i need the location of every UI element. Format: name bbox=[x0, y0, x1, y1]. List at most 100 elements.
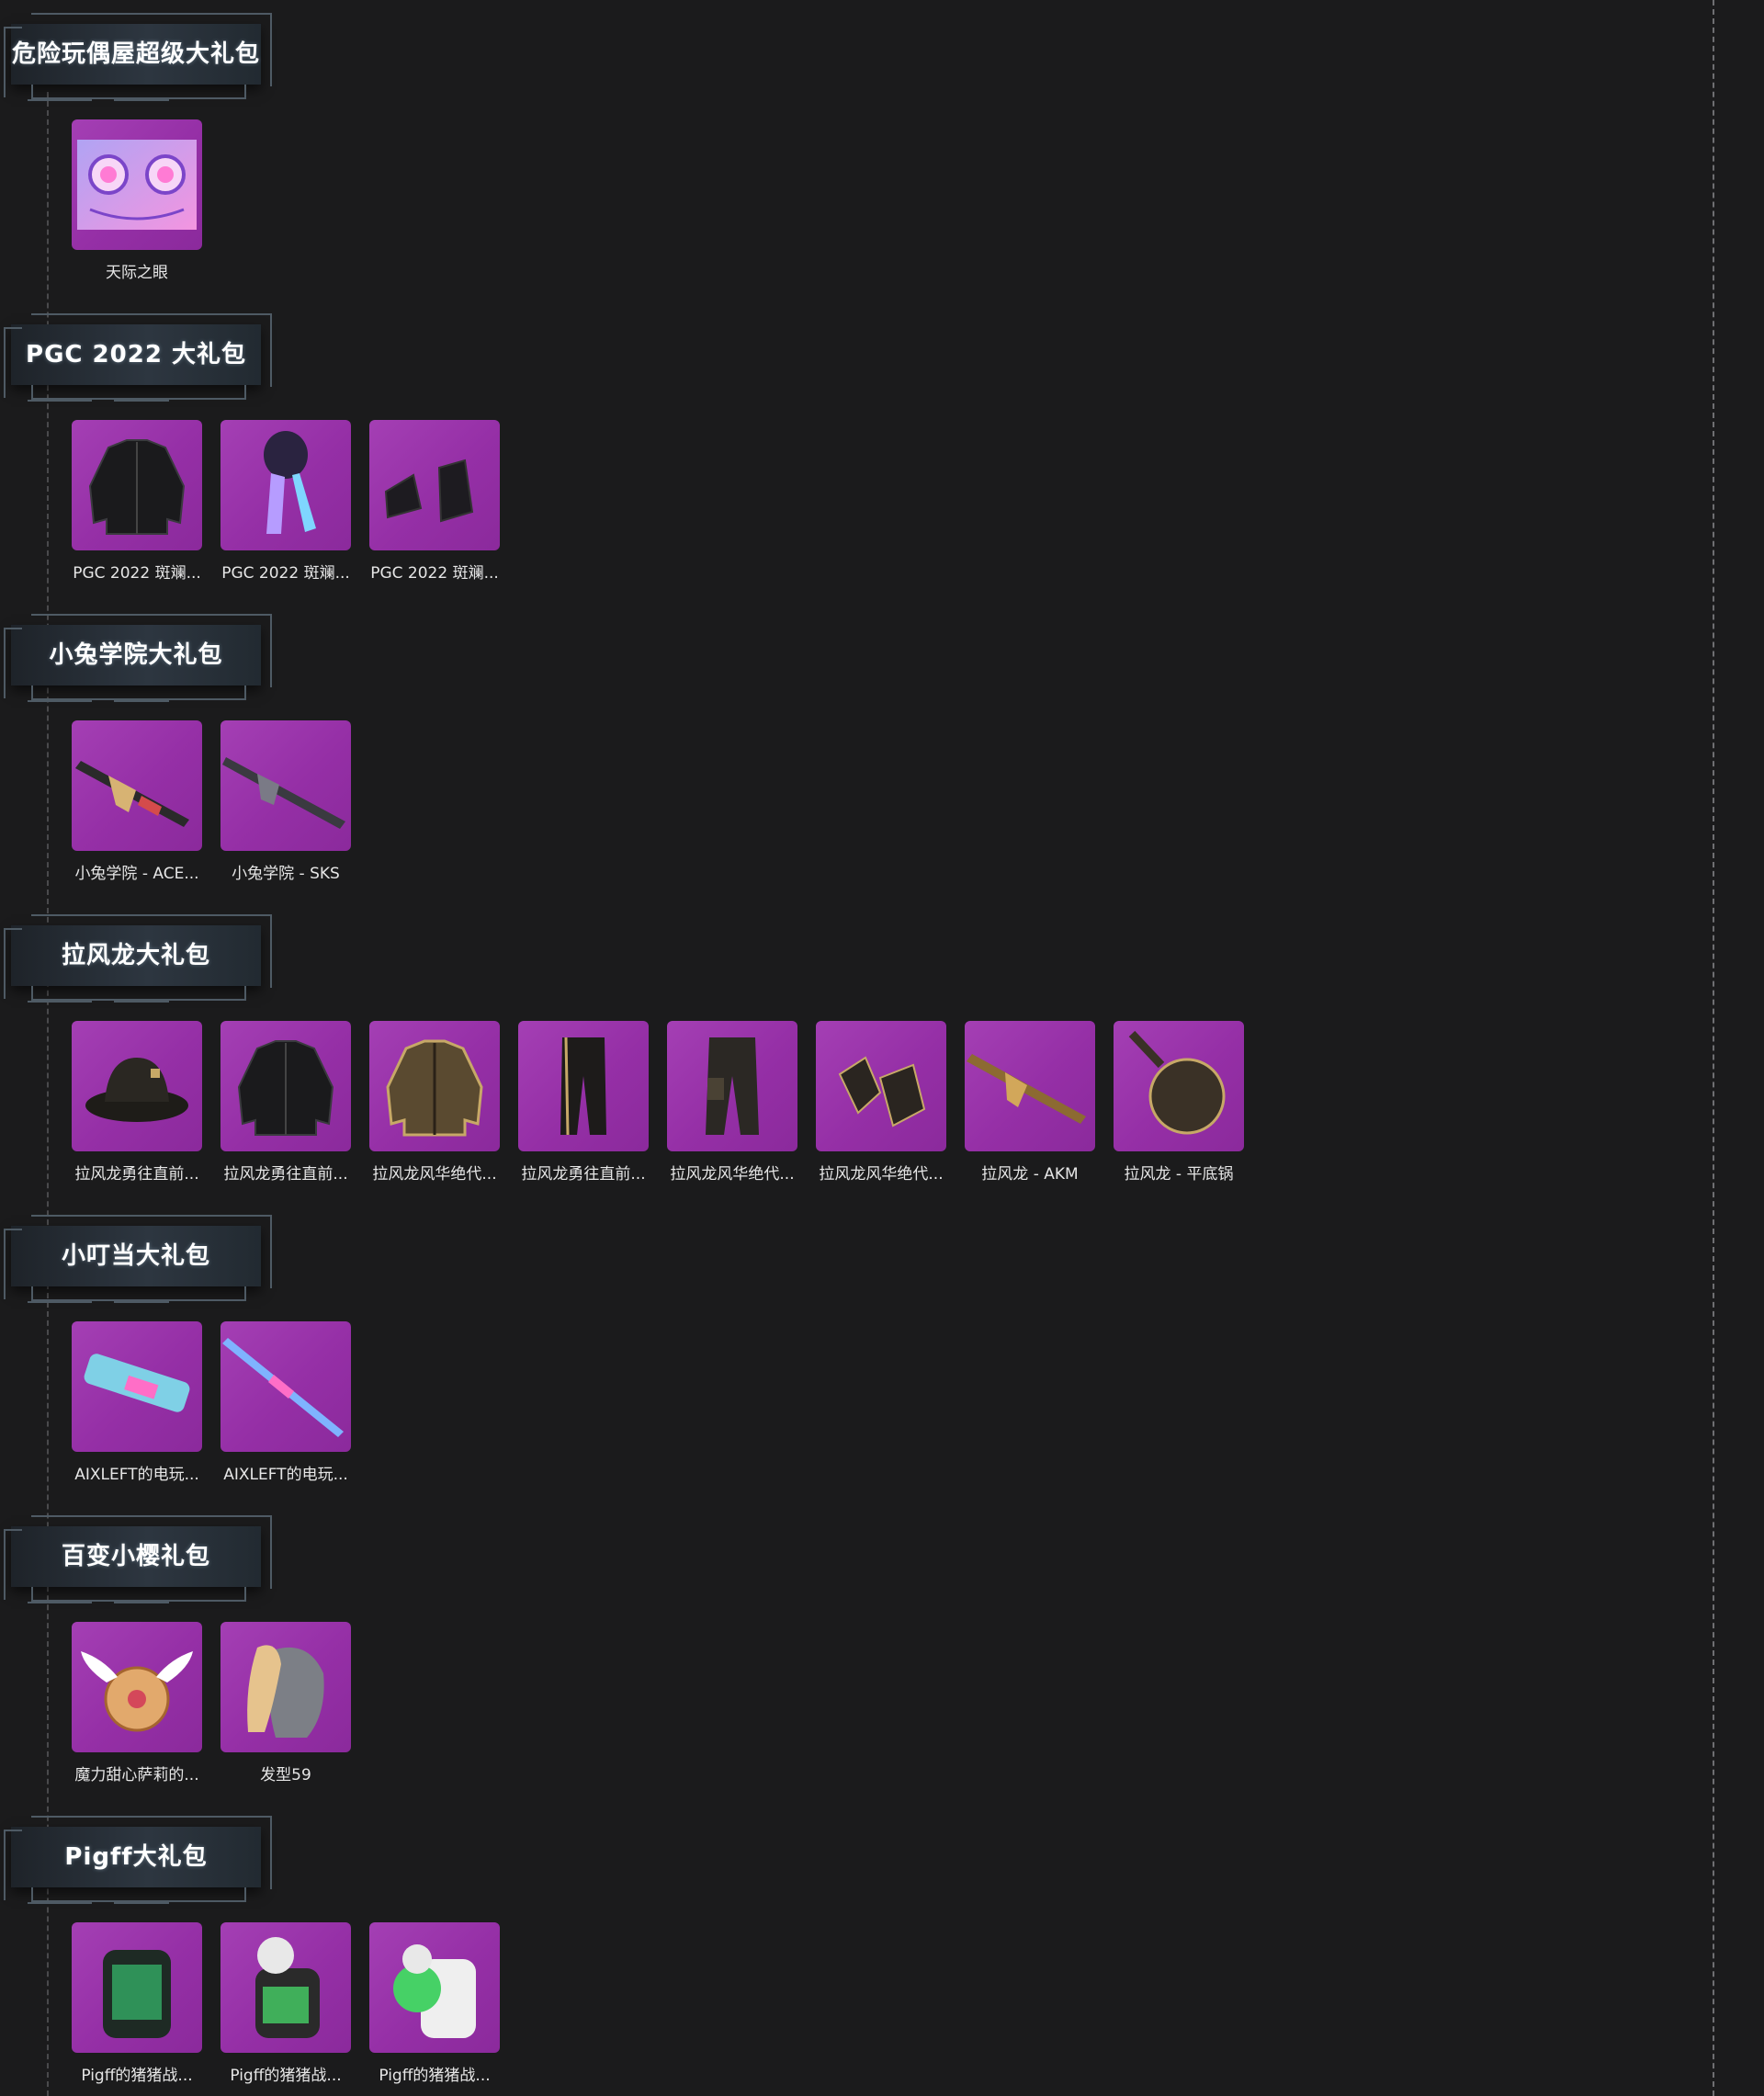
item-label: 拉风龙 - AKM bbox=[981, 1165, 1079, 1184]
item-label: 小兔学院 - SKS bbox=[232, 865, 340, 883]
reward-item[interactable]: 魔力甜心萨莉的... bbox=[72, 1622, 202, 1784]
gift-pack-section: 百变小樱礼包 魔力甜心萨莉的... 发型59 bbox=[0, 1502, 1700, 1803]
pig-backpack-icon bbox=[255, 1937, 320, 2038]
akm-rifle-icon bbox=[967, 1054, 1086, 1124]
reward-item[interactable]: 小兔学院 - SKS bbox=[220, 720, 351, 883]
header-tick bbox=[28, 1301, 92, 1303]
item-label: 拉风龙勇往直前... bbox=[521, 1165, 646, 1184]
gift-pack-header[interactable]: 危险玩偶屋超级大礼包 bbox=[4, 13, 272, 101]
reward-item[interactable]: 拉风龙勇往直前... bbox=[220, 1021, 351, 1184]
header-tick bbox=[28, 400, 92, 402]
reward-item[interactable]: PGC 2022 斑斓... bbox=[369, 420, 500, 583]
item-label: PGC 2022 斑斓... bbox=[370, 564, 499, 583]
reward-item[interactable]: 拉风龙风华绝代... bbox=[667, 1021, 797, 1184]
hairstyle-icon bbox=[247, 1645, 324, 1738]
item-row: 魔力甜心萨莉的... 发型59 bbox=[72, 1622, 351, 1784]
header-tick bbox=[114, 1902, 169, 1904]
item-thumbnail bbox=[965, 1021, 1095, 1151]
gift-pack-title: 百变小樱礼包 bbox=[61, 1543, 210, 1570]
item-thumbnail bbox=[220, 720, 351, 851]
gift-pack-header[interactable]: 百变小樱礼包 bbox=[4, 1515, 272, 1603]
gift-pack-header[interactable]: 小叮当大礼包 bbox=[4, 1215, 272, 1303]
gift-pack-title: 拉风龙大礼包 bbox=[61, 942, 210, 969]
bucket-hat-icon bbox=[85, 1058, 188, 1122]
item-thumbnail bbox=[667, 1021, 797, 1151]
header-tick bbox=[114, 700, 169, 702]
sniper-rifle-icon bbox=[222, 1338, 344, 1437]
item-thumbnail bbox=[518, 1021, 649, 1151]
reward-item[interactable]: 拉风龙勇往直前... bbox=[72, 1021, 202, 1184]
gift-pack-section: 拉风龙大礼包 拉风龙勇往直前... 拉风龙勇往直前... 拉风龙风华绝代... … bbox=[0, 901, 1700, 1202]
header-underline bbox=[31, 1887, 246, 1902]
item-label: 拉风龙风华绝代... bbox=[819, 1165, 944, 1184]
reward-item[interactable]: 拉风龙勇往直前... bbox=[518, 1021, 649, 1184]
cargo-pants-icon bbox=[706, 1037, 759, 1135]
item-label: 拉风龙勇往直前... bbox=[223, 1165, 348, 1184]
reward-item[interactable]: AIXLEFT的电玩... bbox=[72, 1321, 202, 1484]
gift-pack-header[interactable]: Pigff大礼包 bbox=[4, 1816, 272, 1904]
reward-item[interactable]: 小兔学院 - ACE... bbox=[72, 720, 202, 883]
item-thumbnail bbox=[369, 1922, 500, 2053]
header-underline bbox=[31, 85, 246, 99]
header-tick bbox=[28, 99, 92, 101]
gift-pack-list-page: 危险玩偶屋超级大礼包 天际之眼 PGC 2022 大礼包 PGC 2022 斑斓… bbox=[0, 0, 1764, 2096]
reward-item[interactable]: 天际之眼 bbox=[72, 119, 202, 282]
reward-item[interactable]: Pigff的猪猪战... bbox=[220, 1922, 351, 2085]
item-thumbnail bbox=[72, 119, 202, 250]
reward-item[interactable]: 拉风龙风华绝代... bbox=[816, 1021, 946, 1184]
header-underline bbox=[31, 1286, 246, 1301]
reward-item[interactable]: PGC 2022 斑斓... bbox=[220, 420, 351, 583]
header-underline bbox=[31, 685, 246, 700]
item-row: 拉风龙勇往直前... 拉风龙勇往直前... 拉风龙风华绝代... 拉风龙勇往直前… bbox=[72, 1021, 1244, 1184]
item-thumbnail bbox=[72, 420, 202, 550]
item-thumbnail bbox=[220, 1622, 351, 1752]
reward-item[interactable]: Pigff的猪猪战... bbox=[369, 1922, 500, 2085]
gift-pack-title: 小叮当大礼包 bbox=[61, 1242, 210, 1270]
header-tick bbox=[114, 1602, 169, 1603]
gift-pack-header[interactable]: PGC 2022 大礼包 bbox=[4, 313, 272, 402]
item-label: 拉风龙 - 平底锅 bbox=[1124, 1165, 1234, 1184]
item-thumbnail bbox=[72, 1622, 202, 1752]
gift-pack-section: 小兔学院大礼包 小兔学院 - ACE... 小兔学院 - SKS bbox=[0, 601, 1700, 901]
gift-pack-header[interactable]: 小兔学院大礼包 bbox=[4, 614, 272, 702]
poster-eyes-icon bbox=[77, 140, 197, 230]
reward-item[interactable]: AIXLEFT的电玩... bbox=[220, 1321, 351, 1484]
item-label: Pigff的猪猪战... bbox=[379, 2067, 491, 2085]
hood-scarf-icon bbox=[264, 431, 316, 534]
reward-item[interactable]: 拉风龙 - 平底锅 bbox=[1114, 1021, 1244, 1184]
boots-icon bbox=[384, 459, 474, 523]
jacket-icon bbox=[88, 439, 186, 535]
item-thumbnail bbox=[220, 1922, 351, 2053]
gold-jacket-icon bbox=[386, 1039, 483, 1137]
header-underline bbox=[31, 385, 246, 400]
item-label: 天际之眼 bbox=[106, 264, 168, 282]
gift-pack-header[interactable]: 拉风龙大礼包 bbox=[4, 914, 272, 1003]
header-tick bbox=[28, 1001, 92, 1003]
gloves-icon bbox=[838, 1056, 926, 1127]
reward-item[interactable]: PGC 2022 斑斓... bbox=[72, 420, 202, 583]
reward-item[interactable]: Pigff的猪猪战... bbox=[72, 1922, 202, 2085]
item-thumbnail bbox=[72, 1021, 202, 1151]
item-label: Pigff的猪猪战... bbox=[230, 2067, 342, 2085]
item-thumbnail bbox=[72, 720, 202, 851]
header-tick bbox=[114, 400, 169, 402]
item-label: Pigff的猪猪战... bbox=[81, 2067, 193, 2085]
pig-backpack-white-icon bbox=[393, 1944, 476, 2038]
header-tick bbox=[28, 700, 92, 702]
item-row: 天际之眼 bbox=[72, 119, 202, 282]
reward-item[interactable]: 拉风龙风华绝代... bbox=[369, 1021, 500, 1184]
jacket-icon bbox=[237, 1040, 334, 1136]
gift-pack-section: 小叮当大礼包 AIXLEFT的电玩... AIXLEFT的电玩... bbox=[0, 1202, 1700, 1502]
reward-item[interactable]: 发型59 bbox=[220, 1622, 351, 1784]
item-label: AIXLEFT的电玩... bbox=[223, 1466, 348, 1484]
item-thumbnail bbox=[220, 420, 351, 550]
item-thumbnail bbox=[72, 1922, 202, 2053]
header-tick bbox=[28, 1602, 92, 1603]
item-row: 小兔学院 - ACE... 小兔学院 - SKS bbox=[72, 720, 351, 883]
reward-item[interactable]: 拉风龙 - AKM bbox=[965, 1021, 1095, 1184]
assault-rifle-icon bbox=[75, 761, 189, 827]
header-underline bbox=[31, 986, 246, 1001]
frying-pan-icon bbox=[1128, 1030, 1226, 1135]
item-label: PGC 2022 斑斓... bbox=[221, 564, 350, 583]
winged-backpack-icon bbox=[81, 1651, 193, 1732]
